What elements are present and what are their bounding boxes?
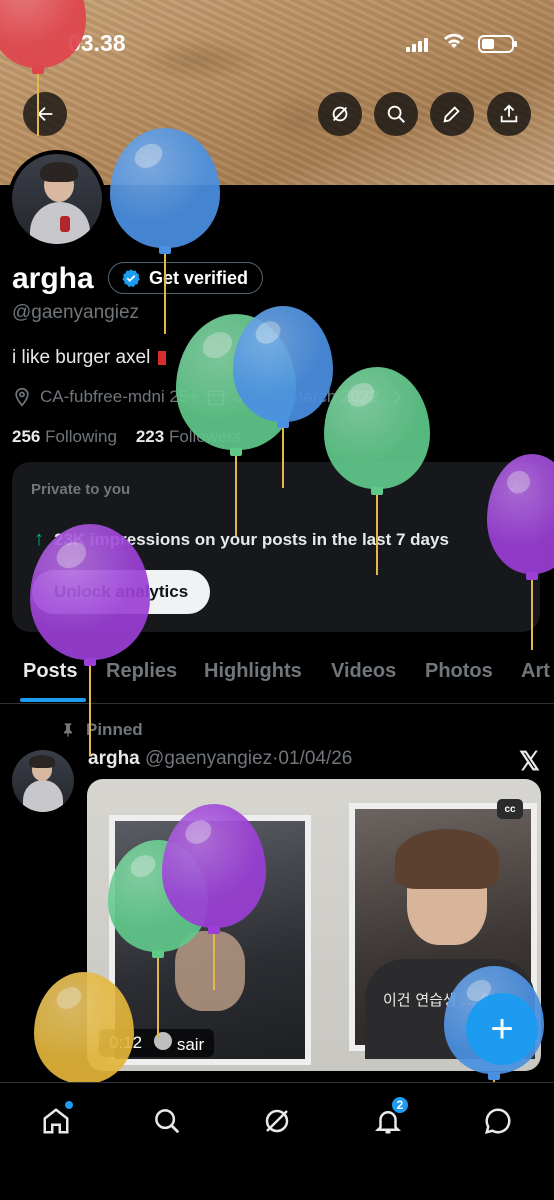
- closed-captions-button[interactable]: cc: [497, 799, 523, 819]
- pencil-icon: [443, 106, 460, 123]
- pinned-indicator: Pinned: [60, 720, 143, 740]
- post-author-handle[interactable]: @gaenyangiez: [145, 748, 272, 769]
- video-duration: 0:12: [109, 1033, 143, 1052]
- compose-post-button[interactable]: +: [466, 993, 538, 1065]
- grok-button[interactable]: [318, 92, 362, 136]
- share-icon: [500, 104, 518, 123]
- chevron-right-icon[interactable]: [387, 387, 407, 407]
- notifications-badge: 2: [390, 1095, 410, 1115]
- location-icon: [15, 387, 29, 407]
- close-icon[interactable]: ×: [506, 480, 518, 503]
- pinned-label: Pinned: [86, 720, 143, 739]
- location-text: CA-fubfree-mdni 25+: [40, 387, 199, 406]
- search-button[interactable]: [374, 92, 418, 136]
- status-icons: [406, 32, 517, 55]
- following-label: Following: [45, 427, 117, 446]
- home-dot-indicator: [65, 1101, 73, 1109]
- profile-name: argha: [12, 262, 94, 295]
- red-flag-emoji: [158, 351, 167, 365]
- following-count: 256: [12, 427, 41, 446]
- impressions-line: ↑ 23K impressions on your posts in the l…: [34, 528, 449, 551]
- bio-text: i like burger axel: [12, 347, 151, 368]
- profile-tabs: Posts Replies Highlights Videos Photos A…: [0, 640, 554, 704]
- calendar-icon: [207, 390, 225, 406]
- nav-messages[interactable]: [478, 1101, 518, 1141]
- back-button[interactable]: [23, 92, 67, 136]
- following-link[interactable]: 256 Following: [12, 427, 117, 446]
- grok-icon: [265, 1109, 289, 1133]
- polaroid-left: [109, 815, 311, 1065]
- arrow-left-icon: [37, 106, 53, 122]
- x-logo-icon: 𝕏: [519, 746, 540, 776]
- card-title: Private to you: [31, 481, 131, 498]
- wifi-icon: [442, 32, 466, 55]
- followers-label: Followers: [168, 427, 242, 446]
- joined-text: Joined March 2022: [234, 387, 379, 406]
- analytics-card: Private to you × ↑ 23K impressions on yo…: [12, 462, 540, 632]
- status-time: 03.38: [68, 30, 126, 56]
- pin-icon: [64, 723, 72, 737]
- video-duration-pill: 0:12 sair: [99, 1029, 215, 1057]
- tagged-user-name: sair: [176, 1034, 205, 1054]
- search-icon: [155, 1109, 180, 1134]
- get-verified-button[interactable]: Get verified: [108, 262, 264, 294]
- profile-meta: CA-fubfree-mdni 25+ Joined March 2022: [12, 387, 407, 407]
- battery-icon: [478, 34, 517, 53]
- profile-avatar[interactable]: [8, 150, 106, 248]
- signal-icon: [406, 36, 430, 52]
- tab-art[interactable]: Art: [521, 660, 550, 683]
- verified-badge-icon: [122, 269, 140, 287]
- tab-replies[interactable]: Replies: [106, 660, 177, 683]
- home-icon: [43, 1108, 69, 1134]
- followers-count: 223: [135, 427, 165, 446]
- post-date: 01/04/26: [278, 748, 353, 769]
- tab-videos[interactable]: Videos: [331, 660, 396, 683]
- active-tab-indicator: [20, 698, 86, 702]
- share-button[interactable]: [487, 92, 531, 136]
- get-verified-label: Get verified: [149, 267, 249, 288]
- post-header: argha @gaenyangiez·01/04/26: [88, 748, 352, 770]
- followers-link[interactable]: 223 Followers: [136, 427, 242, 446]
- unlock-analytics-button[interactable]: Unlock analytics: [32, 570, 211, 614]
- tab-highlights[interactable]: Highlights: [204, 660, 302, 683]
- edit-profile-button[interactable]: [430, 92, 474, 136]
- tab-posts[interactable]: Posts: [23, 660, 77, 683]
- search-icon: [387, 105, 405, 123]
- post-author-avatar[interactable]: [12, 750, 74, 812]
- profile-bio: i like burger axel: [12, 347, 167, 369]
- bottom-navigation: 2: [0, 1082, 554, 1200]
- arrow-up-icon: ↑: [34, 528, 44, 550]
- nav-search[interactable]: [147, 1101, 187, 1141]
- nav-grok[interactable]: [257, 1101, 297, 1141]
- follow-stats: 256 Following 223 Followers: [12, 427, 242, 447]
- impressions-text: 23K impressions on your posts in the las…: [54, 529, 449, 549]
- nav-home[interactable]: [36, 1101, 76, 1141]
- grok-icon: [332, 106, 348, 122]
- nav-notifications[interactable]: 2: [368, 1095, 410, 1141]
- profile-handle: @gaenyangiez: [12, 302, 140, 323]
- tagged-user-avatar: [154, 1031, 173, 1050]
- message-icon: [484, 1108, 511, 1135]
- tab-photos[interactable]: Photos: [425, 660, 493, 683]
- post-author-name[interactable]: argha: [88, 748, 140, 769]
- tagged-user[interactable]: sair: [154, 1031, 205, 1055]
